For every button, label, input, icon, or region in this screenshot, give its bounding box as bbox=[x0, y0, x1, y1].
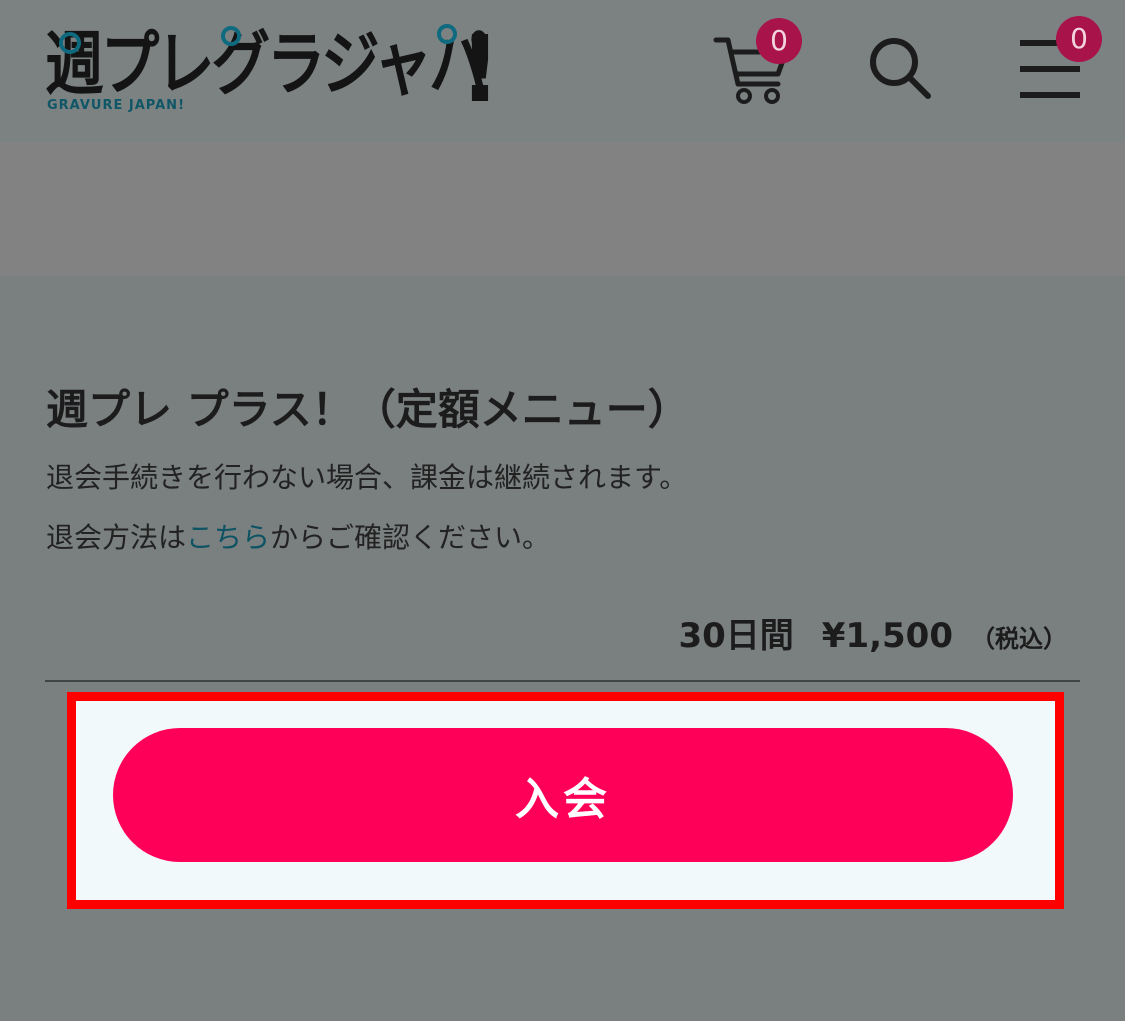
logo-exclamation: ! bbox=[459, 16, 501, 123]
divider bbox=[45, 680, 1080, 682]
site-logo[interactable]: 週プレグラジャパ ! GRAVURE JAPAN! bbox=[45, 20, 505, 120]
plan-title: 週プレ プラス！（定額メニュー） bbox=[46, 385, 690, 434]
join-button[interactable]: 入会 bbox=[113, 728, 1013, 862]
price-amount: ¥1,500 bbox=[821, 616, 953, 656]
menu-button[interactable]: 0 bbox=[1016, 16, 1102, 104]
cart-count-badge: 0 bbox=[756, 18, 802, 64]
search-icon bbox=[870, 38, 931, 99]
price-period: 30日間 bbox=[678, 616, 794, 656]
cancel-method-suffix: からご確認ください。 bbox=[270, 521, 551, 554]
cancel-method-link[interactable]: こちら bbox=[186, 521, 270, 554]
price-row: 30日間 ¥1,500 （税込） bbox=[678, 608, 1067, 657]
site-header: 週プレグラジャパ ! GRAVURE JAPAN! 0 0 bbox=[0, 0, 1125, 142]
search-button[interactable] bbox=[866, 34, 936, 104]
menu-count-badge: 0 bbox=[1056, 16, 1102, 62]
cart-button[interactable]: 0 bbox=[712, 18, 802, 106]
logo-subtitle: GRAVURE JAPAN! bbox=[47, 98, 185, 113]
logo-dot-decoration bbox=[59, 32, 81, 54]
logo-text: 週プレグラジャパ bbox=[45, 23, 488, 105]
cancel-method-prefix: 退会方法は bbox=[46, 521, 187, 554]
price-tax-note: （税込） bbox=[971, 625, 1067, 653]
cancel-notice: 退会手続きを行わない場合、課金は継続されます。 bbox=[46, 461, 688, 494]
banner-area bbox=[0, 142, 1125, 276]
cancel-method-notice: 退会方法はこちらからご確認ください。 bbox=[46, 518, 550, 558]
logo-dot-decoration bbox=[221, 26, 241, 46]
logo-dot-decoration bbox=[437, 24, 457, 44]
